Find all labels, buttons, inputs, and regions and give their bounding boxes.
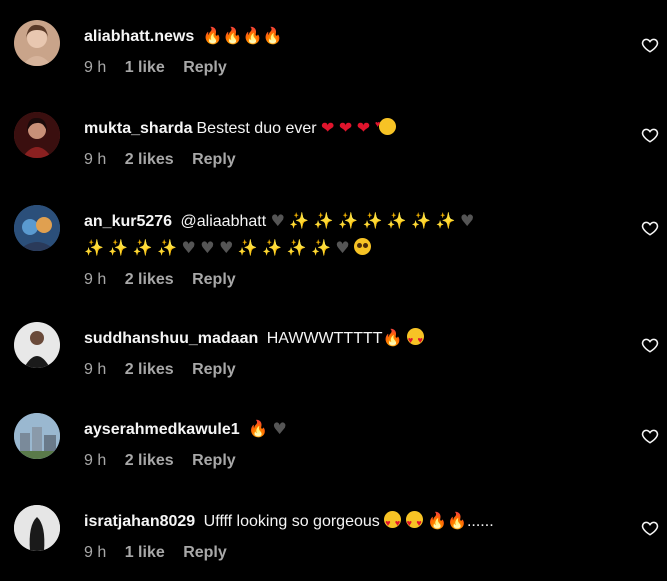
black-heart-emoji: ♥ bbox=[181, 238, 196, 257]
heart-outline-icon[interactable] bbox=[641, 126, 659, 144]
black-heart-emoji: ♥ bbox=[219, 238, 234, 257]
comment-text[interactable]: @aliaabhatt bbox=[181, 213, 267, 230]
sparkles-emoji: ✨ bbox=[157, 238, 178, 257]
comment-likes[interactable]: 2 likes bbox=[125, 271, 174, 288]
heart-outline-icon[interactable] bbox=[641, 219, 659, 237]
comment-likes[interactable]: 2 likes bbox=[125, 452, 174, 469]
smiling-face-with-heart-eyes-emoji bbox=[406, 328, 424, 352]
sparkles-emoji: ✨ bbox=[262, 238, 283, 257]
red-heart-emoji: ❤ bbox=[338, 118, 353, 137]
avatar[interactable] bbox=[14, 413, 60, 459]
heart-outline-icon[interactable] bbox=[641, 336, 659, 354]
black-heart-emoji: ♥ bbox=[200, 238, 215, 257]
sparkles-emoji: ✨ bbox=[313, 211, 334, 230]
avatar[interactable] bbox=[14, 322, 60, 368]
comment-likes[interactable]: 2 likes bbox=[125, 361, 174, 378]
comment-time: 9 h bbox=[84, 59, 107, 76]
fire-emoji: 🔥 bbox=[447, 511, 467, 530]
sparkles-emoji: ✨ bbox=[311, 238, 331, 257]
comment-time: 9 h bbox=[84, 271, 107, 288]
pleading-face-emoji bbox=[354, 238, 372, 255]
smiling-face-with-heart-eyes-emoji bbox=[405, 511, 423, 535]
sparkles-emoji: ✨ bbox=[289, 211, 310, 230]
comment-username[interactable]: mukta_sharda bbox=[84, 120, 193, 137]
comment-trailing-text: ...... bbox=[466, 513, 494, 530]
fire-emoji: 🔥 bbox=[202, 26, 223, 45]
sparkles-emoji: ✨ bbox=[411, 211, 432, 230]
sparkles-emoji: ✨ bbox=[338, 211, 359, 230]
sparkles-emoji: ✨ bbox=[84, 238, 104, 257]
black-heart-emoji: ♥ bbox=[270, 211, 285, 230]
reply-button[interactable]: Reply bbox=[192, 271, 236, 288]
comment-text: Bestest duo ever bbox=[196, 120, 317, 137]
avatar[interactable] bbox=[14, 505, 60, 551]
heart-outline-icon[interactable] bbox=[641, 427, 659, 445]
sparkles-emoji: ✨ bbox=[435, 211, 456, 230]
reply-button[interactable]: Reply bbox=[183, 59, 227, 76]
fire-emoji: 🔥 bbox=[248, 419, 269, 438]
avatar[interactable] bbox=[14, 112, 60, 158]
reply-button[interactable]: Reply bbox=[192, 361, 236, 378]
smiling-face-with-heart-eyes-emoji bbox=[384, 511, 402, 535]
sparkles-emoji: ✨ bbox=[286, 238, 307, 257]
fire-emoji: 🔥 bbox=[382, 328, 403, 347]
comment-likes[interactable]: 1 like bbox=[125, 59, 165, 76]
red-heart-emoji: ❤ bbox=[321, 118, 335, 137]
comment-likes[interactable]: 2 likes bbox=[125, 151, 174, 168]
comment-time: 9 h bbox=[84, 361, 107, 378]
comment-time: 9 h bbox=[84, 544, 107, 561]
comment-text: HAWWWTTTTT bbox=[266, 330, 383, 347]
reply-button[interactable]: Reply bbox=[183, 544, 227, 561]
comment-time: 9 h bbox=[84, 151, 107, 168]
comment-username[interactable]: suddhanshuu_madaan bbox=[84, 330, 258, 347]
smiling-face-with-hearts-emoji bbox=[375, 112, 397, 136]
sparkles-emoji: ✨ bbox=[362, 211, 383, 230]
fire-emoji: 🔥 bbox=[242, 26, 263, 45]
comment-likes[interactable]: 1 like bbox=[125, 544, 165, 561]
avatar[interactable] bbox=[14, 20, 60, 66]
comment-text: Uffff looking so gorgeous bbox=[203, 513, 380, 530]
red-heart-emoji: ❤ bbox=[356, 118, 371, 137]
black-heart-emoji: ♥ bbox=[272, 419, 287, 438]
heart-outline-icon[interactable] bbox=[641, 36, 659, 54]
comment-username[interactable]: aliabhatt.news bbox=[84, 28, 194, 45]
comment-time: 9 h bbox=[84, 452, 107, 469]
black-heart-emoji: ♥ bbox=[335, 238, 350, 257]
sparkles-emoji: ✨ bbox=[237, 238, 258, 257]
black-heart-emoji: ♥ bbox=[460, 211, 475, 230]
fire-emoji: 🔥 bbox=[427, 511, 448, 530]
fire-emoji: 🔥 bbox=[262, 26, 283, 45]
comment-username[interactable]: ayserahmedkawule1 bbox=[84, 421, 240, 438]
reply-button[interactable]: Reply bbox=[192, 151, 236, 168]
avatar[interactable] bbox=[14, 205, 60, 251]
comments-list: aliabhatt.news 🔥🔥🔥🔥 9 h 1 like Reply muk… bbox=[0, 0, 667, 581]
sparkles-emoji: ✨ bbox=[108, 238, 129, 257]
comment-username[interactable]: isratjahan8029 bbox=[84, 513, 195, 530]
sparkles-emoji: ✨ bbox=[132, 238, 153, 257]
comment-username[interactable]: an_kur5276 bbox=[84, 213, 172, 230]
reply-button[interactable]: Reply bbox=[192, 452, 236, 469]
heart-outline-icon[interactable] bbox=[641, 519, 659, 537]
sparkles-emoji: ✨ bbox=[386, 211, 407, 230]
fire-emoji: 🔥 bbox=[222, 26, 243, 45]
